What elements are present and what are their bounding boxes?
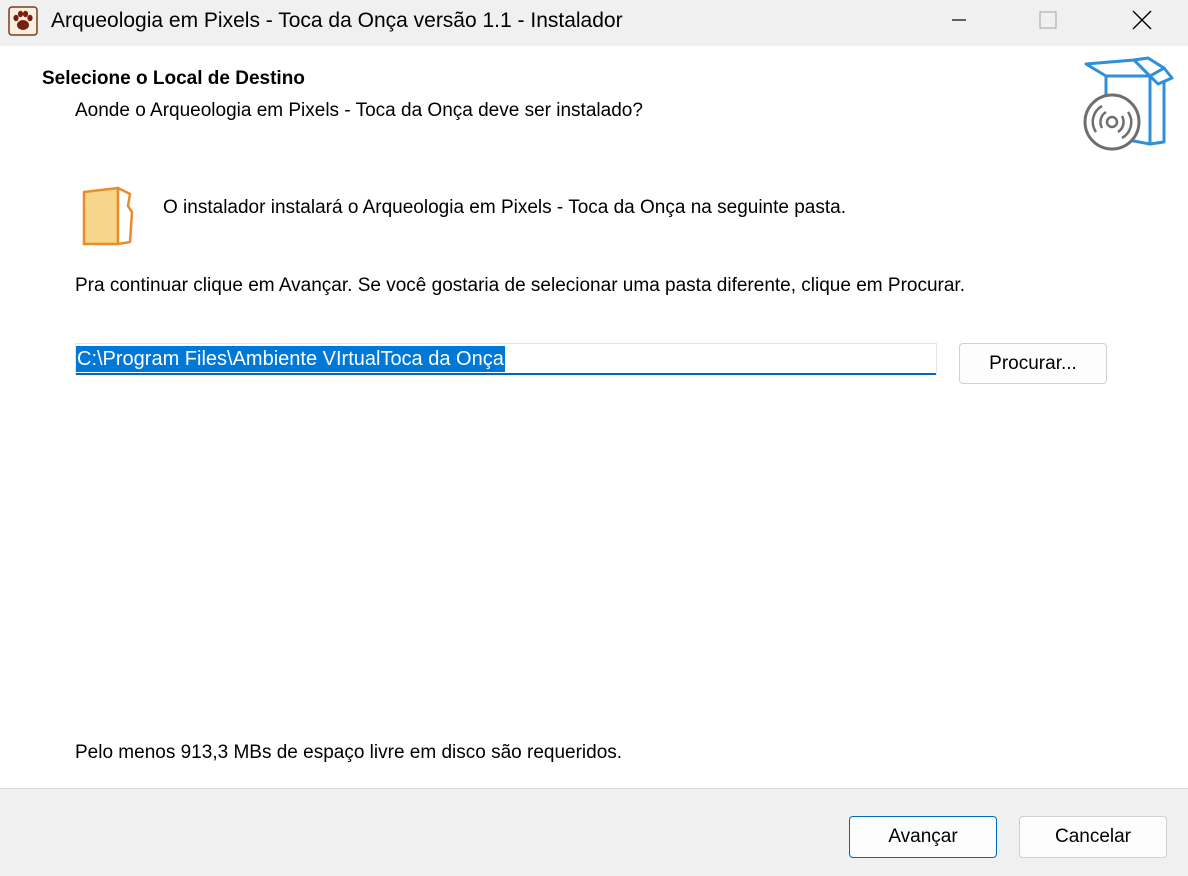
page-title: Selecione o Local de Destino: [42, 68, 305, 89]
minimize-icon: [950, 11, 968, 34]
page-subtitle: Aonde o Arqueologia em Pixels - Toca da …: [75, 100, 643, 121]
minimize-button[interactable]: [913, 0, 1005, 44]
disk-space-text: Pelo menos 913,3 MBs de espaço livre em …: [75, 742, 623, 763]
wizard-page: Selecione o Local de Destino Aonde o Arq…: [0, 46, 1188, 788]
installer-window: Arqueologia em Pixels - Toca da Onça ver…: [0, 0, 1188, 876]
installer-box-icon: [1078, 56, 1178, 152]
destination-path-value: C:\Program Files\Ambiente VIrtualToca da…: [76, 346, 505, 372]
footer-divider: [0, 788, 1188, 789]
close-icon: [1131, 9, 1153, 36]
browse-button[interactable]: Procurar...: [959, 343, 1107, 384]
close-button[interactable]: [1096, 0, 1188, 44]
maximize-button[interactable]: [1002, 0, 1094, 44]
instructions-text: Pra continuar clique em Avançar. Se você…: [75, 275, 965, 296]
install-info-text: O instalador instalará o Arqueologia em …: [163, 197, 846, 218]
paw-icon: [8, 6, 38, 36]
maximize-icon: [1038, 10, 1058, 35]
window-title: Arqueologia em Pixels - Toca da Onça ver…: [51, 9, 623, 32]
next-button[interactable]: Avançar: [849, 816, 997, 858]
destination-path-input[interactable]: C:\Program Files\Ambiente VIrtualToca da…: [75, 343, 937, 375]
cancel-button[interactable]: Cancelar: [1019, 816, 1167, 858]
folder-icon: [80, 186, 136, 248]
title-bar[interactable]: Arqueologia em Pixels - Toca da Onça ver…: [0, 0, 1188, 44]
